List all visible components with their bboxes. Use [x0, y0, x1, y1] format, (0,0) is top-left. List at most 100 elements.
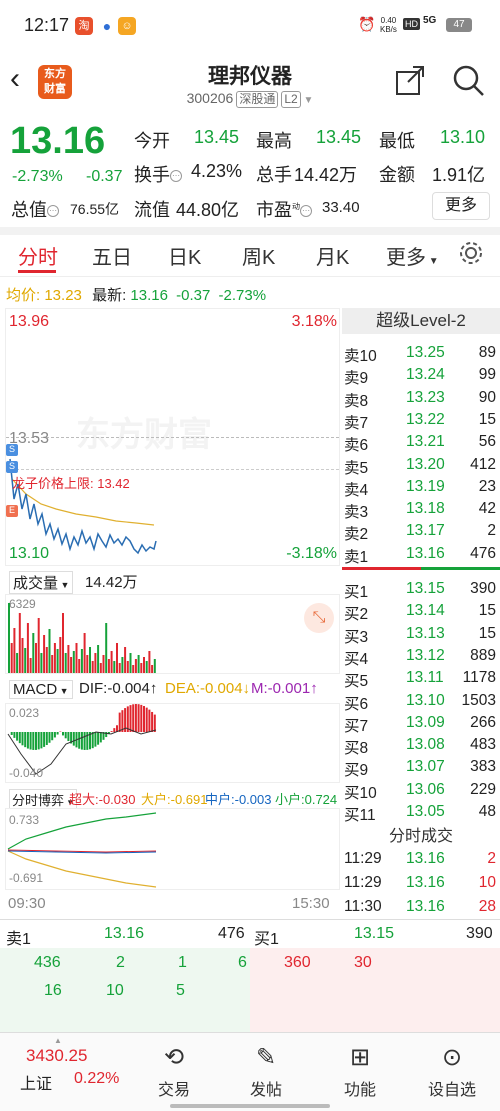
- high-value: 13.45: [316, 127, 362, 147]
- nav-watchlist[interactable]: ⊙ 设自选: [402, 1040, 500, 1100]
- orderbook-row[interactable]: 卖10 13.25 89: [342, 344, 500, 366]
- level2-title[interactable]: 超级Level-2: [342, 308, 500, 334]
- signal-e-icon[interactable]: E: [6, 505, 18, 517]
- orderbook-volume: 15: [478, 602, 496, 620]
- signal-s-icon[interactable]: S: [6, 444, 18, 456]
- orderbook-row[interactable]: 卖4 13.19 23: [342, 478, 500, 500]
- trade-volume: 28: [478, 898, 496, 915]
- orderbook-row[interactable]: 卖7 13.22 15: [342, 411, 500, 433]
- volume-bar: [72, 651, 75, 673]
- orderbook-volume: 889: [470, 646, 496, 664]
- orderbook-row[interactable]: 卖8 13.23 90: [342, 389, 500, 411]
- macd-bar: [72, 732, 75, 746]
- chevron-up-icon[interactable]: ▲: [54, 1036, 62, 1045]
- home-indicator: [170, 1104, 330, 1108]
- macd-bar: [24, 732, 27, 748]
- info-icon[interactable]: ⋯: [170, 170, 182, 183]
- tab-intraday[interactable]: 分时: [18, 241, 58, 270]
- low-value: 13.10: [440, 127, 486, 147]
- more-button[interactable]: 更多: [432, 192, 490, 220]
- tab-daily-k[interactable]: 日K: [168, 241, 201, 270]
- amount-value: 1.91亿: [432, 165, 486, 185]
- macd-header[interactable]: MACD ▼ DIF:-0.004↑ DEA:-0.004↓ M:-0.001↑: [5, 677, 340, 701]
- macd-indicator-select[interactable]: MACD ▼: [9, 680, 73, 699]
- orderbook-label: 买1: [344, 584, 369, 601]
- queue-item: 30: [354, 954, 372, 971]
- volume-indicator-select[interactable]: 成交量 ▼: [9, 571, 74, 594]
- macd-bar: [53, 732, 56, 738]
- macd-bar: [64, 732, 67, 739]
- volume-bar: [67, 645, 70, 673]
- intraday-chart[interactable]: 东方财富 13.96 3.18% 13.53 龙子价格上限: 13.42 13.…: [5, 308, 340, 566]
- orderbook-row[interactable]: 买2 13.14 15: [342, 602, 500, 624]
- tab-five-day[interactable]: 五日: [92, 241, 132, 270]
- gear-icon[interactable]: [458, 240, 484, 266]
- orderbook-row[interactable]: 买9 13.07 383: [342, 758, 500, 780]
- orderbook-row[interactable]: 买8 13.08 483: [342, 736, 500, 758]
- time-start: 09:30: [8, 895, 46, 912]
- search-icon[interactable]: [452, 64, 486, 98]
- chevron-down-icon[interactable]: ▼: [301, 95, 313, 106]
- tab-monthly-k[interactable]: 月K: [316, 241, 349, 270]
- open-value: 13.45: [194, 127, 240, 147]
- game-header[interactable]: 分时博弈 ▼ 超大:-0.030 大户:-0.691 中户:-0.003 小户:…: [5, 786, 340, 808]
- orderbook-row[interactable]: 买4 13.12 889: [342, 647, 500, 669]
- macd-bar: [37, 732, 40, 750]
- orderbook-price: 13.24: [406, 366, 445, 384]
- info-icon[interactable]: ⋯: [47, 205, 59, 218]
- orderbook-row[interactable]: 卖6 13.21 56: [342, 433, 500, 455]
- orderbook-row[interactable]: 买10 13.06 229: [342, 781, 500, 803]
- orderbook-row[interactable]: 买5 13.11 1178: [342, 669, 500, 691]
- macd-chart[interactable]: 0.023 -0.040: [5, 703, 340, 783]
- volume-chart[interactable]: 6329 ⤡: [5, 594, 340, 674]
- orderbook-label: 买2: [344, 606, 369, 624]
- orderbook-row[interactable]: 买7 13.09 266: [342, 714, 500, 736]
- orderbook-price: 13.14: [406, 602, 445, 620]
- tab-weekly-k[interactable]: 周K: [242, 241, 275, 270]
- orderbook-row[interactable]: 买3 13.13 15: [342, 625, 500, 647]
- low-label: 最低: [379, 131, 415, 151]
- macd-bar: [129, 705, 132, 732]
- trade-price: 13.16: [406, 874, 445, 891]
- orderbook-label: 买8: [344, 740, 369, 758]
- macd-dea: DEA:-0.004↓: [165, 680, 251, 697]
- orderbook-price: 13.25: [406, 344, 445, 361]
- game-indicator-select[interactable]: 分时博弈 ▼: [9, 789, 78, 808]
- app-notification-icon: 淘: [75, 17, 93, 35]
- orderbook-price: 13.16: [406, 544, 445, 562]
- orderbook-row[interactable]: 卖2 13.17 2: [342, 522, 500, 544]
- volume-bar: [134, 659, 137, 673]
- nav-functions[interactable]: ⊞ 功能: [310, 1040, 410, 1100]
- orderbook-row[interactable]: 卖5 13.20 412: [342, 456, 500, 478]
- nav-post[interactable]: ✎ 发帖: [216, 1040, 316, 1100]
- volume-bar: [151, 665, 154, 673]
- tab-more[interactable]: 更多 ▼: [386, 241, 439, 270]
- orderbook-row[interactable]: 卖9 13.24 99: [342, 366, 500, 388]
- orderbook-row[interactable]: 卖3 13.18 42: [342, 500, 500, 522]
- info-icon[interactable]: ⋯: [300, 205, 312, 218]
- game-bottom: -0.691: [9, 871, 44, 885]
- expand-icon[interactable]: ⤡: [304, 603, 334, 633]
- volume-bar: [35, 643, 37, 673]
- macd-dif: DIF:-0.004↑: [79, 680, 158, 697]
- volume-bar: [118, 663, 121, 673]
- trade-time: 11:29: [344, 874, 382, 891]
- orderbook-row[interactable]: 卖1 13.16 476: [342, 545, 500, 567]
- macd-bar: [29, 732, 32, 750]
- game-large: 大户:-0.691: [141, 792, 208, 807]
- signal-s-icon[interactable]: S: [6, 461, 18, 473]
- macd-bar: [16, 732, 19, 741]
- nav-trade[interactable]: ⟲ 交易: [124, 1040, 224, 1100]
- orderbook-row[interactable]: 买6 13.10 1503: [342, 692, 500, 714]
- orderbook-volume: 89: [478, 344, 496, 361]
- volume-header[interactable]: 成交量 ▼ 14.42万: [5, 568, 340, 594]
- orderbook-row[interactable]: 买1 13.15 390: [342, 580, 500, 602]
- share-icon[interactable]: [394, 64, 426, 96]
- net-speed: 0.40 KB/s: [380, 16, 397, 34]
- volume-bar: [110, 651, 113, 673]
- volume-bar: [21, 638, 24, 673]
- trades-title[interactable]: 分时成交: [342, 822, 500, 846]
- game-chart[interactable]: 0.733 -0.691: [5, 808, 340, 890]
- orderbook-price: 13.06: [406, 780, 445, 798]
- orderbook-label: 买5: [344, 673, 369, 691]
